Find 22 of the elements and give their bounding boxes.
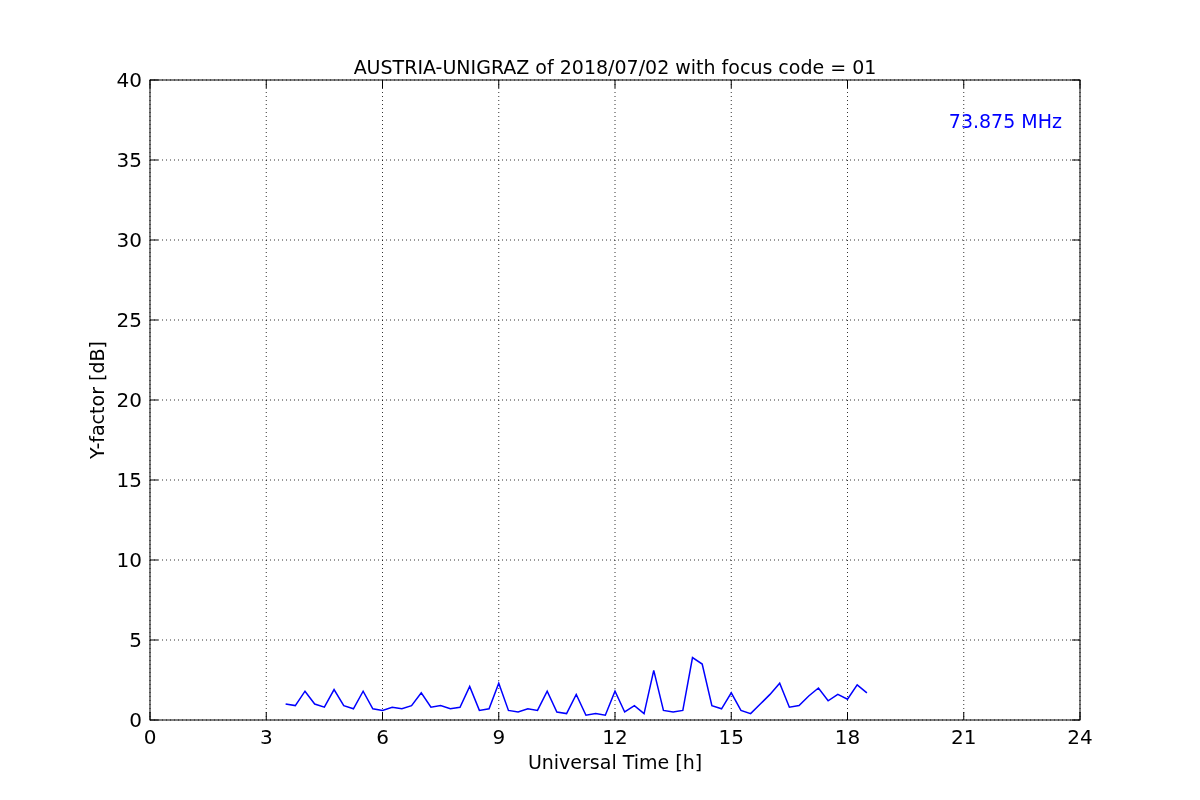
y-tick-label: 30 (116, 228, 142, 252)
x-tick-label: 0 (143, 725, 157, 749)
y-axis-label: Y-factor [dB] (86, 341, 108, 459)
y-tick-label: 10 (116, 548, 142, 572)
y-tick-label: 15 (116, 468, 142, 492)
series-label: 73.875 MHz (948, 110, 1062, 132)
y-tick-label: 5 (129, 628, 142, 652)
x-tick-label: 6 (376, 725, 389, 749)
chart-title: AUSTRIA-UNIGRAZ of 2018/07/02 with focus code = 01 (353, 56, 877, 78)
x-tick-label: 18 (834, 725, 861, 749)
y-tick-label: 40 (116, 68, 142, 92)
x-tick-label: 12 (602, 725, 628, 749)
y-tick-label: 20 (116, 388, 142, 412)
x-axis-label: Universal Time [h] (527, 751, 703, 773)
x-tick-label: 21 (951, 725, 977, 749)
y-tick-label: 35 (116, 148, 142, 172)
y-tick-label: 25 (116, 308, 142, 332)
x-tick-label: 24 (1067, 725, 1093, 749)
y-tick-label: 0 (129, 708, 142, 732)
x-tick-label: 9 (492, 725, 506, 749)
x-tick-label: 15 (718, 725, 744, 749)
x-tick-label: 3 (259, 725, 273, 749)
